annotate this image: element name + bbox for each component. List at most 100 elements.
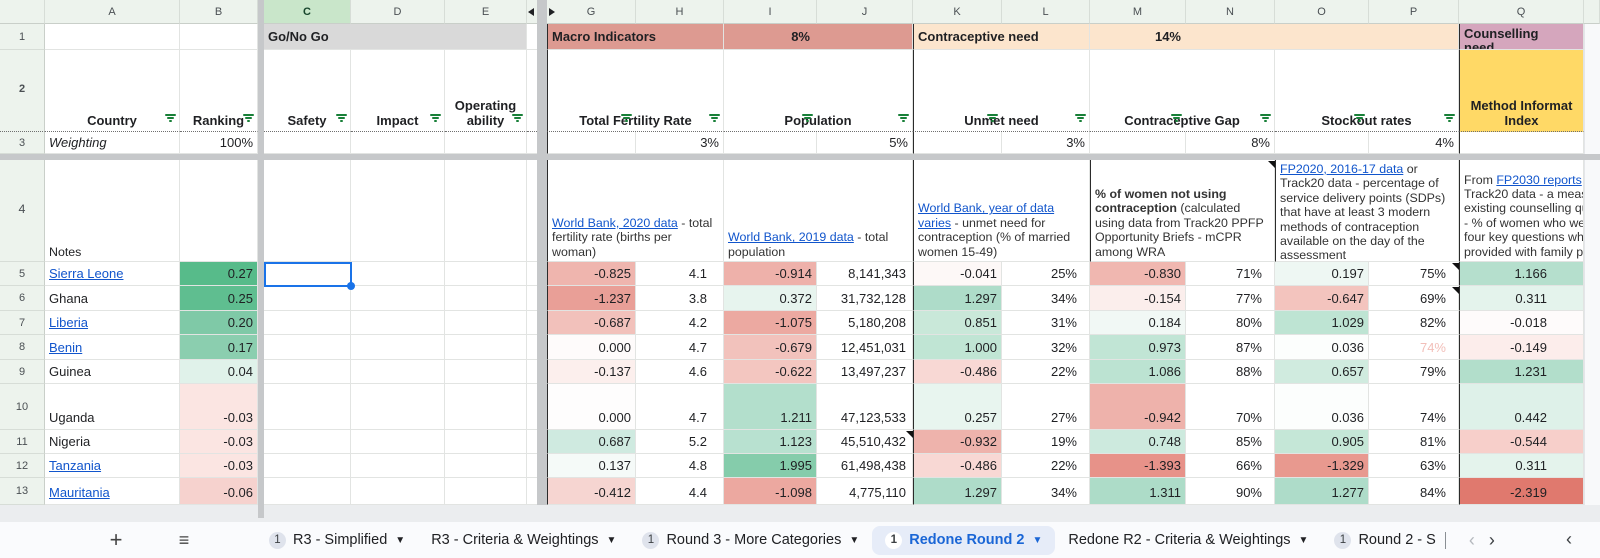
- cell-H13[interactable]: 4.4: [636, 478, 724, 505]
- cell-C3[interactable]: [264, 132, 351, 154]
- cell-L5[interactable]: 25%: [1002, 262, 1090, 286]
- cell-H12[interactable]: 4.8: [636, 454, 724, 478]
- tab-menu-caret-icon[interactable]: ▼: [849, 535, 859, 546]
- tabs-scroll-right-icon[interactable]: ›: [1489, 530, 1495, 551]
- cell-L6[interactable]: 34%: [1002, 286, 1090, 311]
- column-header-k[interactable]: K: [913, 0, 1002, 24]
- cell-gap-note[interactable]: % of women not using contraception (calc…: [1090, 160, 1275, 262]
- cell-E5[interactable]: [445, 262, 527, 286]
- filter-icon[interactable]: [1074, 114, 1087, 125]
- filter-icon[interactable]: [986, 114, 999, 125]
- cell-A11[interactable]: Nigeria: [45, 430, 180, 454]
- column-header-g[interactable]: G: [547, 0, 636, 24]
- cell-B12[interactable]: -0.03: [180, 454, 258, 478]
- cell-B4[interactable]: [180, 160, 258, 262]
- cell-gonogo-band[interactable]: Go/No Go: [264, 24, 527, 50]
- cell-J7[interactable]: 5,180,208: [817, 311, 913, 335]
- cell-population-note[interactable]: World Bank, 2019 data - total population: [724, 160, 913, 262]
- tfr-note-link[interactable]: World Bank, 2020 data: [552, 216, 678, 230]
- population-note-link[interactable]: World Bank, 2019 data: [728, 230, 854, 244]
- column-header-m[interactable]: M: [1090, 0, 1186, 24]
- cell-M6[interactable]: -0.154: [1090, 286, 1186, 311]
- tab-menu-caret-icon[interactable]: ▼: [607, 535, 617, 546]
- column-header-o[interactable]: O: [1275, 0, 1369, 24]
- cell-tfr-header[interactable]: Total Fertility Rate: [547, 50, 724, 132]
- cell-E4[interactable]: [445, 160, 527, 262]
- cell-C4[interactable]: [264, 160, 351, 262]
- cell-weighting-total[interactable]: 100%: [180, 132, 258, 154]
- cell-O3[interactable]: [1275, 132, 1369, 154]
- cell-M7[interactable]: 0.184: [1090, 311, 1186, 335]
- cell-A7[interactable]: Liberia: [45, 311, 180, 335]
- country-link-12[interactable]: Tanzania: [49, 458, 101, 473]
- cell-I6[interactable]: 0.372: [724, 286, 817, 311]
- cell-A13[interactable]: Mauritania: [45, 478, 180, 505]
- filter-icon[interactable]: [164, 114, 177, 125]
- cell-G13[interactable]: -0.412: [547, 478, 636, 505]
- cell-Q9[interactable]: 1.231: [1459, 360, 1584, 384]
- cell-H5[interactable]: 4.1: [636, 262, 724, 286]
- cell-G9[interactable]: -0.137: [547, 360, 636, 384]
- row-header-3[interactable]: 3: [0, 132, 45, 154]
- cell-B13[interactable]: -0.06: [180, 478, 258, 505]
- vertical-scrollbar[interactable]: [1584, 24, 1600, 505]
- filter-icon[interactable]: [620, 114, 633, 125]
- cell-unmet-weight[interactable]: 3%: [1002, 132, 1090, 154]
- filter-icon[interactable]: [511, 114, 524, 125]
- column-header-h[interactable]: H: [636, 0, 724, 24]
- cell-G3[interactable]: [547, 132, 636, 154]
- cell-D11[interactable]: [351, 430, 445, 454]
- column-header-d[interactable]: D: [351, 0, 445, 24]
- column-header-e[interactable]: E: [445, 0, 527, 24]
- row-header-13[interactable]: 13: [0, 478, 45, 505]
- filter-icon[interactable]: [1170, 114, 1183, 125]
- cell-P11[interactable]: 81%: [1369, 430, 1459, 454]
- cell-J10[interactable]: 47,123,533: [817, 384, 913, 430]
- add-sheet-button[interactable]: +: [104, 528, 128, 552]
- row-header-6[interactable]: 6: [0, 286, 45, 311]
- cell-G10[interactable]: 0.000: [547, 384, 636, 430]
- filter-icon[interactable]: [1259, 114, 1272, 125]
- cell-D9[interactable]: [351, 360, 445, 384]
- cell-notes-label[interactable]: Notes: [45, 160, 180, 262]
- cell-N11[interactable]: 85%: [1186, 430, 1275, 454]
- tab-menu-caret-icon[interactable]: ▼: [1032, 535, 1042, 546]
- sheet-tab-redone-round-2[interactable]: 1Redone Round 2▼: [872, 526, 1055, 555]
- column-header-p[interactable]: P: [1369, 0, 1459, 24]
- column-header-i[interactable]: I: [724, 0, 817, 24]
- cell-O11[interactable]: 0.905: [1275, 430, 1369, 454]
- cell-P13[interactable]: 84%: [1369, 478, 1459, 505]
- cell-G8[interactable]: 0.000: [547, 335, 636, 360]
- panel-collapse-icon[interactable]: ‹: [1566, 529, 1572, 550]
- cell-M5[interactable]: -0.830: [1090, 262, 1186, 286]
- cell-P8[interactable]: 74%: [1369, 335, 1459, 360]
- cell-P6[interactable]: 69%: [1369, 286, 1459, 311]
- row-header-2[interactable]: 2: [0, 50, 45, 132]
- cell-P9[interactable]: 79%: [1369, 360, 1459, 384]
- column-header-b[interactable]: B: [180, 0, 258, 24]
- hidden-column-expand-left-icon[interactable]: [528, 8, 534, 16]
- cell-I12[interactable]: 1.995: [724, 454, 817, 478]
- filter-icon[interactable]: [1353, 114, 1366, 125]
- cell-I8[interactable]: -0.679: [724, 335, 817, 360]
- sheet-tab-r3-simplified[interactable]: 1R3 - Simplified▼: [256, 526, 418, 555]
- cell-L7[interactable]: 31%: [1002, 311, 1090, 335]
- cell-C13[interactable]: [264, 478, 351, 505]
- cell-D10[interactable]: [351, 384, 445, 430]
- cell-unmet-header[interactable]: Unmet need: [913, 50, 1090, 132]
- column-header-c[interactable]: C: [264, 0, 351, 24]
- cell-N12[interactable]: 66%: [1186, 454, 1275, 478]
- cell-C6[interactable]: [264, 286, 351, 311]
- filter-icon[interactable]: [801, 114, 814, 125]
- cell-G11[interactable]: 0.687: [547, 430, 636, 454]
- cell-I7[interactable]: -1.075: [724, 311, 817, 335]
- cell-country-header[interactable]: Country: [45, 50, 180, 132]
- cell-L13[interactable]: 34%: [1002, 478, 1090, 505]
- cell-P10[interactable]: 74%: [1369, 384, 1459, 430]
- filter-icon[interactable]: [242, 114, 255, 125]
- cell-P5[interactable]: 75%: [1369, 262, 1459, 286]
- cell-P7[interactable]: 82%: [1369, 311, 1459, 335]
- cell-G7[interactable]: -0.687: [547, 311, 636, 335]
- cell-K9[interactable]: -0.486: [913, 360, 1002, 384]
- cell-O6[interactable]: -0.647: [1275, 286, 1369, 311]
